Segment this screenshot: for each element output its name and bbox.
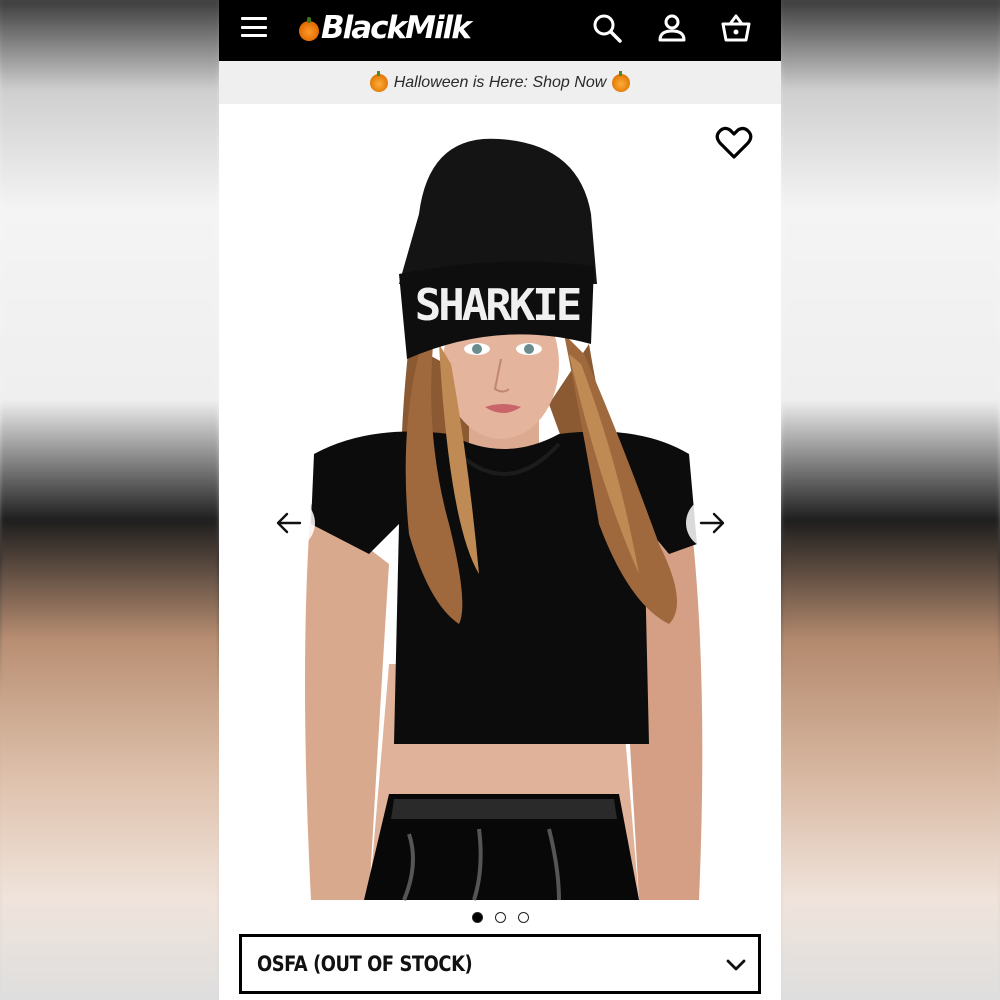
carousel-dots xyxy=(219,912,781,924)
blurred-backdrop-left xyxy=(0,0,219,1000)
next-image-button[interactable] xyxy=(686,497,738,549)
carousel-dot-3[interactable] xyxy=(517,912,529,923)
chevron-down-icon xyxy=(726,959,746,971)
search-icon[interactable] xyxy=(591,12,623,44)
brand-name: BlackMilk xyxy=(321,10,472,46)
mobile-page: BlackMilk Halloween is Here: Shop Now SH… xyxy=(219,0,781,1000)
carousel-dot-2[interactable] xyxy=(494,912,506,923)
pumpkin-icon xyxy=(612,70,631,92)
wishlist-heart-icon[interactable] xyxy=(715,124,753,162)
carousel-dot-1[interactable] xyxy=(471,912,483,923)
site-header: BlackMilk xyxy=(219,0,781,61)
size-selected-value: OSFA (OUT OF STOCK) xyxy=(257,952,473,976)
previous-image-button[interactable] xyxy=(263,497,315,549)
size-dropdown[interactable]: OSFA (OUT OF STOCK) xyxy=(239,934,761,994)
brand-logo[interactable]: BlackMilk xyxy=(299,10,472,46)
beanie-text: SHARKIE xyxy=(415,280,580,331)
promo-banner[interactable]: Halloween is Here: Shop Now xyxy=(219,61,781,104)
arrow-left-icon xyxy=(276,512,302,534)
promo-text: Halloween is Here: Shop Now xyxy=(393,73,607,91)
pumpkin-logo-icon xyxy=(299,17,319,41)
pumpkin-icon xyxy=(369,70,388,92)
arrow-right-icon xyxy=(699,512,725,534)
menu-icon[interactable] xyxy=(241,17,267,37)
basket-icon[interactable] xyxy=(720,12,752,44)
account-icon[interactable] xyxy=(656,12,688,44)
blurred-backdrop-right xyxy=(781,0,1000,1000)
